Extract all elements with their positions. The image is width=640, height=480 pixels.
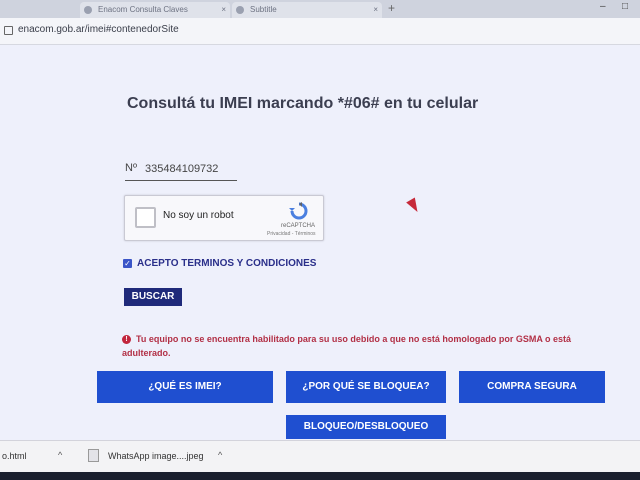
recaptcha-logo-icon bbox=[289, 202, 308, 220]
page-content: Consultá tu IMEI marcando *#06# en tu ce… bbox=[0, 45, 640, 440]
imei-input[interactable] bbox=[145, 160, 235, 178]
search-button[interactable]: BUSCAR bbox=[124, 288, 182, 306]
close-tab-icon[interactable]: × bbox=[221, 2, 226, 18]
mouse-cursor-icon bbox=[406, 197, 422, 215]
close-tab-icon[interactable]: × bbox=[373, 2, 378, 18]
recaptcha-widget: No soy un robot reCAPTCHA Privacidad - T… bbox=[124, 195, 324, 241]
browser-tab-bar: Enacom Consulta Claves × Subtitle × + – … bbox=[0, 0, 640, 18]
que-es-imei-button[interactable]: ¿QUÉ ES IMEI? bbox=[97, 371, 273, 403]
terms-checkbox[interactable]: ✓ bbox=[123, 259, 132, 268]
new-tab-button[interactable]: + bbox=[388, 1, 395, 15]
tab-favicon-icon bbox=[84, 6, 92, 14]
recaptcha-label: No soy un robot bbox=[163, 210, 234, 221]
lock-icon bbox=[4, 26, 13, 35]
error-message: ! Tu equipo no se encuentra habilitado pa… bbox=[122, 332, 602, 360]
imei-label: Nº bbox=[125, 162, 137, 174]
tab-subtitle[interactable]: Subtitle × bbox=[232, 2, 382, 18]
minimize-button[interactable]: – bbox=[600, 1, 606, 12]
address-bar[interactable]: enacom.gob.ar/imei#contenedorSite bbox=[0, 18, 640, 45]
file-icon bbox=[88, 449, 99, 462]
chevron-up-icon[interactable]: ^ bbox=[218, 450, 222, 460]
download-item-jpeg[interactable]: WhatsApp image....jpeg bbox=[108, 451, 204, 461]
tab-label: Subtitle bbox=[250, 5, 277, 14]
page-title: Consultá tu IMEI marcando *#06# en tu ce… bbox=[127, 95, 479, 112]
download-bar: o.html ^ WhatsApp image....jpeg ^ bbox=[0, 440, 640, 473]
chevron-up-icon[interactable]: ^ bbox=[58, 450, 62, 460]
tab-enacom[interactable]: Enacom Consulta Claves × bbox=[80, 2, 230, 18]
download-item-html[interactable]: o.html bbox=[2, 451, 27, 461]
por-que-se-bloquea-button[interactable]: ¿POR QUÉ SE BLOQUEA? bbox=[286, 371, 446, 403]
tab-favicon-icon bbox=[236, 6, 244, 14]
compra-segura-button[interactable]: COMPRA SEGURA bbox=[459, 371, 605, 403]
terms-label[interactable]: ACEPTO TERMINOS Y CONDICIONES bbox=[137, 258, 316, 269]
maximize-button[interactable]: □ bbox=[622, 1, 628, 12]
recaptcha-brand: reCAPTCHA bbox=[281, 223, 316, 229]
bloqueo-desbloqueo-button[interactable]: BLOQUEO/DESBLOQUEO bbox=[286, 415, 446, 439]
recaptcha-links[interactable]: Privacidad - Términos bbox=[267, 231, 316, 237]
url-text[interactable]: enacom.gob.ar/imei#contenedorSite bbox=[18, 24, 179, 35]
error-icon: ! bbox=[122, 335, 131, 345]
error-text: Tu equipo no se encuentra habilitado par… bbox=[122, 334, 572, 358]
imei-field-wrapper: Nº bbox=[125, 160, 237, 181]
tab-label: Enacom Consulta Claves bbox=[98, 5, 188, 14]
taskbar bbox=[0, 472, 640, 480]
recaptcha-checkbox[interactable] bbox=[135, 207, 156, 228]
